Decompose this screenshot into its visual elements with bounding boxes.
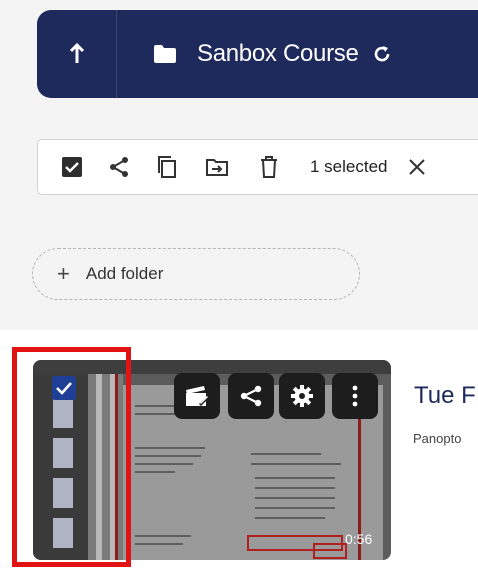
copy-button[interactable] [156,151,178,183]
share-icon [240,385,262,407]
move-to-folder-icon [206,159,228,176]
selection-count: 1 selected [310,157,388,176]
share-icon [110,157,128,177]
edit-video-button[interactable] [174,373,220,419]
refresh-icon[interactable] [373,45,391,63]
add-folder-label: Add folder [85,264,164,283]
share-session-button[interactable] [228,373,274,419]
clear-selection-button[interactable] [408,151,425,183]
session-settings-button[interactable] [279,373,325,419]
annotation-highlight-box [12,347,131,567]
arrow-up-icon [69,43,84,63]
more-vertical-icon [352,385,358,407]
session-owner: Panopto [413,431,462,446]
move-button[interactable] [206,151,228,183]
share-button[interactable] [108,151,130,183]
checkmark-icon [65,162,79,173]
add-folder-button[interactable]: + Add folder [32,248,360,300]
gear-icon [291,385,313,407]
clapperboard-edit-icon [186,386,210,406]
close-icon [408,159,425,175]
select-all-checkbox[interactable] [62,151,82,183]
navigate-up-button[interactable] [37,10,117,98]
copy-icon [158,156,176,178]
delete-button[interactable] [259,151,279,183]
more-options-button[interactable] [332,373,378,419]
session-duration: 0:56 [345,531,373,547]
selection-toolbar: 1 selected [37,139,478,195]
session-title-link[interactable]: Tue F [414,382,476,410]
plus-icon: + [57,261,70,286]
folder-title: Sanbox Course [197,40,359,67]
folder-icon [154,45,176,63]
folder-header: Sanbox Course [37,10,478,98]
trash-icon [261,156,277,178]
